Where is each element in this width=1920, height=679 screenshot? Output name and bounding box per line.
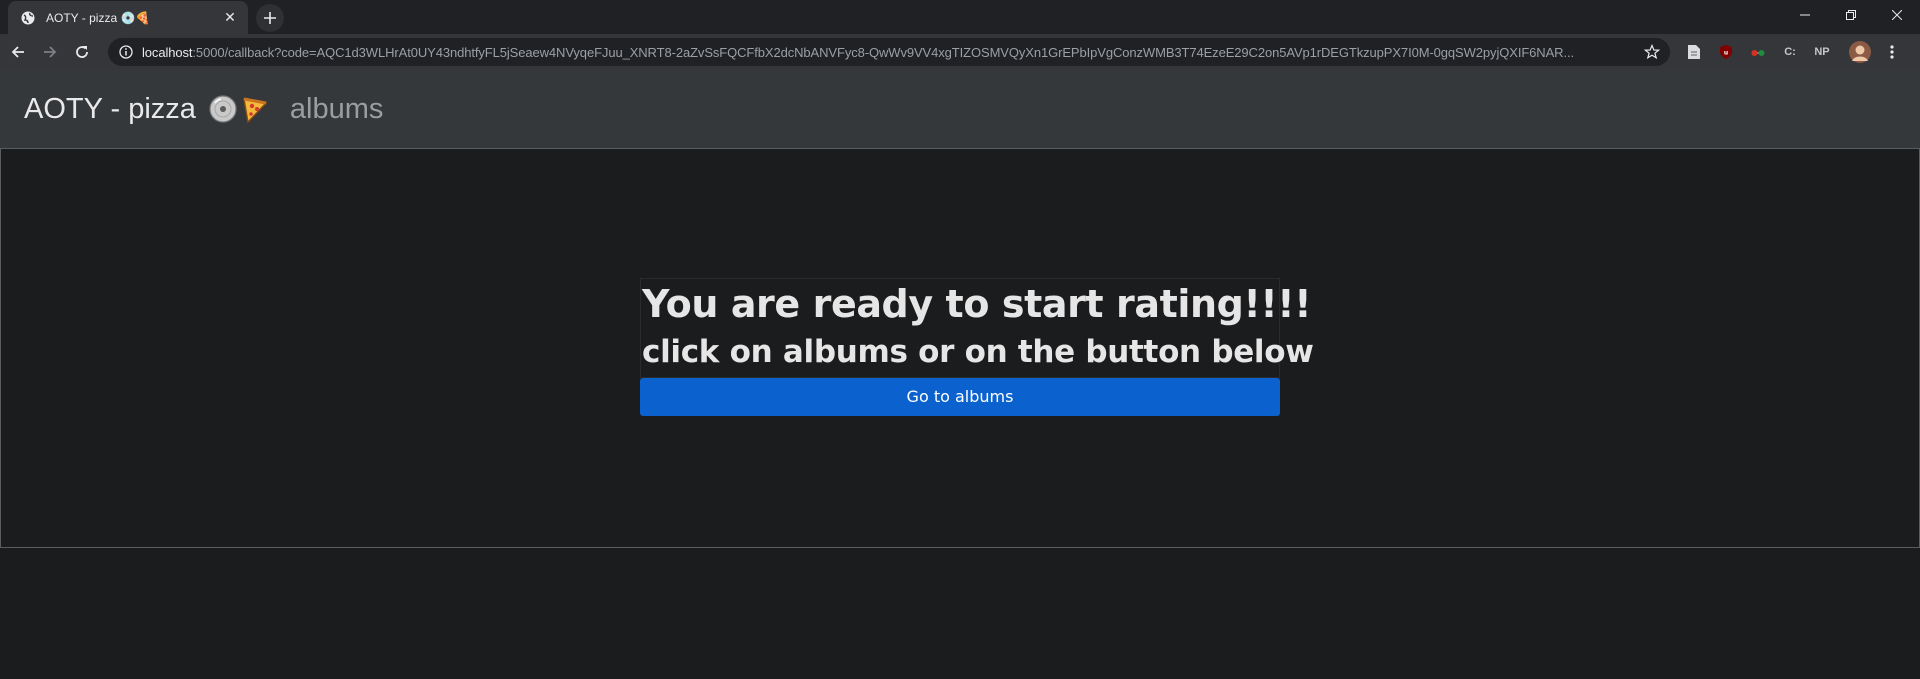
extensions-area: u C: NP xyxy=(1680,38,1910,66)
np-extension-icon[interactable]: NP xyxy=(1808,38,1836,66)
reload-button[interactable] xyxy=(68,38,96,66)
close-window-button[interactable] xyxy=(1874,0,1920,30)
glasses-extension-icon[interactable] xyxy=(1744,38,1772,66)
brand-link[interactable]: AOTY - pizza xyxy=(24,93,270,126)
browser-tabstrip: AOTY - pizza 💿🍕 ✕ xyxy=(0,0,1920,34)
go-to-albums-button[interactable]: Go to albums xyxy=(640,378,1280,416)
document-extension-icon[interactable] xyxy=(1680,38,1708,66)
browser-tab[interactable]: AOTY - pizza 💿🍕 ✕ xyxy=(8,1,248,34)
page-subtitle: click on albums or on the button below xyxy=(642,334,1314,370)
url-host: localhost xyxy=(142,44,193,60)
info-icon[interactable] xyxy=(118,44,134,60)
window-controls xyxy=(1782,0,1920,30)
profile-avatar[interactable] xyxy=(1846,38,1874,66)
close-window-icon xyxy=(1892,10,1902,20)
browser-toolbar: localhost:5000/callback?code=AQC1d3WLHrA… xyxy=(0,34,1920,70)
back-button[interactable] xyxy=(4,38,32,66)
ready-card: You are ready to start rating!!!! click … xyxy=(640,278,1314,416)
close-icon[interactable]: ✕ xyxy=(222,10,238,26)
star-icon[interactable] xyxy=(1642,42,1662,62)
page-title: You are ready to start rating!!!! xyxy=(642,282,1312,326)
ublock-extension-icon[interactable]: u xyxy=(1712,38,1740,66)
arrow-right-icon xyxy=(44,46,57,58)
pizza-icon xyxy=(240,94,270,124)
brand-text: AOTY - pizza xyxy=(24,92,196,125)
new-tab-button[interactable] xyxy=(256,4,284,32)
plus-icon xyxy=(264,12,276,24)
restore-button[interactable] xyxy=(1828,0,1874,30)
svg-text:u: u xyxy=(1724,50,1728,57)
restore-icon xyxy=(1846,10,1856,20)
address-bar[interactable]: localhost:5000/callback?code=AQC1d3WLHrA… xyxy=(108,38,1670,66)
disc-icon xyxy=(208,94,238,124)
minimize-button[interactable] xyxy=(1782,0,1828,30)
forward-button[interactable] xyxy=(36,38,64,66)
arrow-left-icon xyxy=(11,46,24,58)
menu-icon[interactable] xyxy=(1878,38,1906,66)
albums-nav-link[interactable]: albums xyxy=(290,93,384,126)
url-text[interactable]: localhost:5000/callback?code=AQC1d3WLHrA… xyxy=(142,45,1634,60)
minimize-icon xyxy=(1800,14,1810,16)
reload-icon xyxy=(76,46,88,58)
site-navbar: AOTY - pizza albums xyxy=(0,70,1920,148)
url-path: :5000/callback?code=AQC1d3WLHrAt0UY43ndh… xyxy=(192,44,1574,60)
tab-title: AOTY - pizza 💿🍕 xyxy=(46,10,151,25)
heading-box: You are ready to start rating!!!! click … xyxy=(640,278,1314,378)
globe-icon xyxy=(20,10,36,26)
ct-extension-icon[interactable]: C: xyxy=(1776,38,1804,66)
